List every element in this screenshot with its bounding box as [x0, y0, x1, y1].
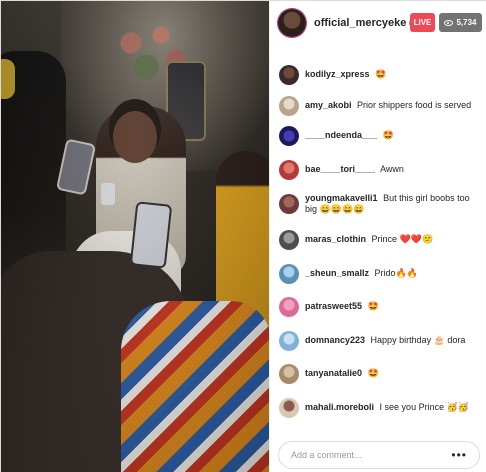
commenter-avatar[interactable]: [279, 331, 299, 351]
comment-username[interactable]: bae____tori____: [305, 164, 375, 174]
comment-text: kodilyz_xpress 🤩: [305, 69, 480, 80]
commenter-avatar[interactable]: [279, 230, 299, 250]
live-badge: LIVE: [410, 13, 435, 32]
comment-text: bae____tori____ Awwn: [305, 164, 480, 175]
video-overlay: [1, 1, 269, 472]
commenter-avatar[interactable]: [279, 264, 299, 284]
more-options-icon[interactable]: •••: [451, 449, 467, 461]
comment-text: tanyanatalie0 🤩: [305, 368, 480, 379]
commenter-avatar[interactable]: [279, 194, 299, 214]
comment-item: kodilyz_xpress 🤩: [270, 64, 486, 85]
comment-emoji: 🤩: [367, 368, 379, 378]
broadcaster-username[interactable]: official_mercyeke✓: [314, 17, 420, 29]
commenter-avatar[interactable]: [279, 126, 299, 146]
comment-username[interactable]: _sheun_smallz: [305, 268, 369, 278]
comment-username[interactable]: mahali.moreboli: [305, 402, 374, 412]
comment-item: patrasweet55 🤩: [270, 296, 486, 317]
comment-username[interactable]: patrasweet55: [305, 301, 362, 311]
comment-username[interactable]: maras_clothin: [305, 234, 366, 244]
comment-emoji: 🤩: [382, 130, 394, 140]
commenter-avatar[interactable]: [279, 96, 299, 116]
comment-emoji: ❤️❤️😕: [399, 234, 434, 244]
comment-username[interactable]: tanyanatalie0: [305, 368, 362, 378]
side-panel: official_mercyeke✓ LIVE 5,734 kodilyz_xp…: [269, 1, 486, 472]
comment-text: maras_clothin Prince ❤️❤️😕: [305, 234, 480, 245]
comment-item: _sheun_smallz Prido🔥🔥: [270, 263, 486, 284]
comment-text: youngmakavelli1 But this girl boobs too …: [305, 193, 480, 215]
comment-item: domnancy223 Happy birthday 🎂 dora: [270, 330, 486, 351]
comment-emoji: 🔥🔥: [395, 268, 418, 278]
comment-input[interactable]: [291, 450, 441, 460]
panel-header: official_mercyeke✓ LIVE 5,734: [270, 1, 486, 45]
comment-username[interactable]: kodilyz_xpress: [305, 69, 370, 79]
comment-body: Awwn: [380, 164, 404, 174]
comment-item: tanyanatalie0 🤩: [270, 363, 486, 384]
comment-text: _sheun_smallz Prido🔥🔥: [305, 268, 480, 279]
comment-input-bar: •••: [278, 441, 480, 469]
eye-icon: [444, 19, 454, 26]
comment-username[interactable]: youngmakavelli1: [305, 193, 378, 203]
live-video[interactable]: [1, 1, 269, 472]
commenter-avatar[interactable]: [279, 398, 299, 418]
viewer-count: 5,734: [456, 18, 477, 27]
commenter-avatar[interactable]: [279, 297, 299, 317]
comment-username[interactable]: ____ndeenda___: [305, 130, 377, 140]
comment-emoji: 🤩: [375, 69, 387, 79]
comment-username[interactable]: domnancy223: [305, 335, 365, 345]
comment-item: mahali.moreboli I see you Prince 🥳🥳: [270, 397, 486, 418]
comment-suffix: dora: [447, 335, 466, 345]
comment-text: domnancy223 Happy birthday 🎂 dora: [305, 335, 480, 346]
comment-item: ____ndeenda___ 🤩: [270, 125, 486, 146]
comment-text: amy_akobi Prior shippers food is served: [305, 100, 480, 111]
comment-body: Prince: [371, 234, 398, 244]
comment-item: maras_clothin Prince ❤️❤️😕: [270, 229, 486, 250]
commenter-avatar[interactable]: [279, 160, 299, 180]
comment-item: bae____tori____ Awwn: [270, 159, 486, 180]
comment-body: Prior shippers food is served: [357, 100, 472, 110]
comment-emoji: 🥳🥳: [446, 402, 470, 412]
live-stream-window: official_mercyeke✓ LIVE 5,734 kodilyz_xp…: [0, 0, 486, 472]
commenter-avatar[interactable]: [279, 65, 299, 85]
broadcaster-avatar[interactable]: [278, 9, 306, 37]
comment-text: mahali.moreboli I see you Prince 🥳🥳: [305, 402, 480, 413]
comment-username[interactable]: amy_akobi: [305, 100, 352, 110]
comment-body: Happy birthday: [370, 335, 432, 345]
comment-emoji: 😄😄😄😄: [319, 204, 365, 214]
comment-body: Prido: [374, 268, 396, 278]
comment-text: ____ndeenda___ 🤩: [305, 130, 480, 141]
commenter-avatar[interactable]: [279, 364, 299, 384]
viewer-count-badge[interactable]: 5,734: [439, 13, 482, 32]
comment-emoji: 🤩: [367, 301, 379, 311]
comment-item: amy_akobi Prior shippers food is served: [270, 95, 486, 116]
comment-item: youngmakavelli1 But this girl boobs too …: [270, 193, 486, 215]
comment-body: I see you Prince: [379, 402, 445, 412]
comment-emoji: 🎂: [433, 335, 445, 345]
comment-text: patrasweet55 🤩: [305, 301, 480, 312]
